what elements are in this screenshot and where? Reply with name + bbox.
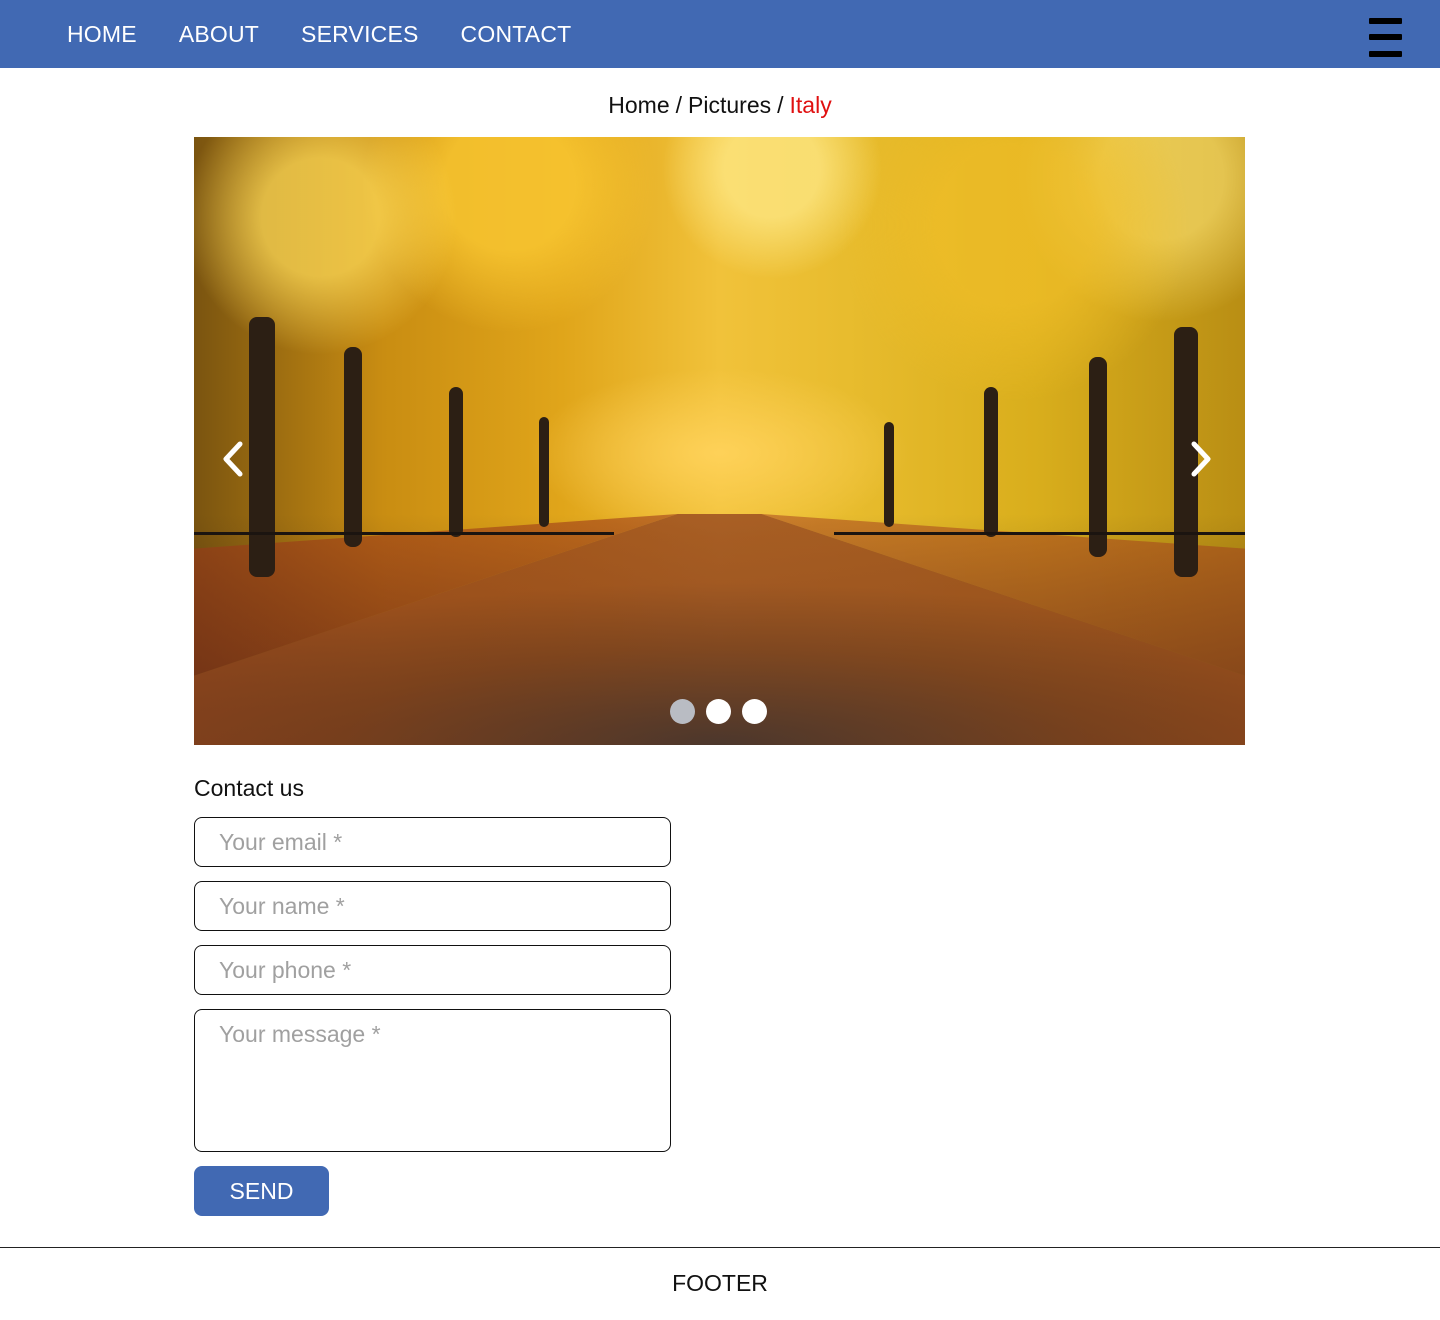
footer: FOOTER	[672, 1270, 768, 1296]
hamburger-bar	[1369, 51, 1402, 57]
hamburger-bar	[1369, 34, 1402, 40]
carousel-image-tree	[1089, 357, 1107, 557]
carousel-image-tree	[344, 347, 362, 547]
breadcrumb-separator: /	[675, 92, 683, 118]
chevron-left-icon	[223, 441, 243, 477]
nav-link-home[interactable]: HOME	[67, 21, 137, 48]
footer-divider	[0, 1247, 1440, 1248]
nav-link-services[interactable]: SERVICES	[301, 21, 419, 48]
carousel-indicators	[670, 699, 778, 724]
contact-title: Contact us	[194, 775, 304, 801]
carousel-next-button[interactable]	[1188, 440, 1214, 478]
breadcrumb-separator: /	[777, 92, 784, 118]
hamburger-bar	[1369, 18, 1402, 24]
nav-links: HOME ABOUT SERVICES CONTACT	[67, 0, 613, 68]
breadcrumb-current: Italy	[789, 92, 832, 118]
name-field[interactable]	[194, 881, 671, 931]
carousel-image-tree	[249, 317, 275, 577]
carousel-image-tree	[884, 422, 894, 527]
breadcrumb-pictures[interactable]: Pictures	[688, 92, 771, 118]
breadcrumb: Home / Pictures / Italy	[0, 92, 1440, 119]
carousel-image-tree	[449, 387, 463, 537]
carousel-image-tree	[984, 387, 998, 537]
carousel-indicator-dot[interactable]	[670, 699, 695, 724]
nav-link-contact[interactable]: CONTACT	[461, 21, 572, 48]
carousel-image-fence	[194, 532, 614, 535]
image-carousel	[194, 137, 1245, 745]
email-field[interactable]	[194, 817, 671, 867]
nav-link-about[interactable]: ABOUT	[179, 21, 259, 48]
chevron-right-icon	[1191, 441, 1211, 477]
top-navbar: HOME ABOUT SERVICES CONTACT	[0, 0, 1440, 68]
message-field[interactable]	[194, 1009, 671, 1152]
breadcrumb-home[interactable]: Home	[608, 92, 669, 118]
hamburger-menu-icon[interactable]	[1369, 18, 1402, 58]
phone-field[interactable]	[194, 945, 671, 995]
carousel-image-tree	[539, 417, 549, 527]
carousel-prev-button[interactable]	[220, 440, 246, 478]
carousel-indicator-dot[interactable]	[742, 699, 767, 724]
carousel-image-fence	[834, 532, 1245, 535]
carousel-indicator-dot[interactable]	[706, 699, 731, 724]
send-button[interactable]: SEND	[194, 1166, 329, 1216]
